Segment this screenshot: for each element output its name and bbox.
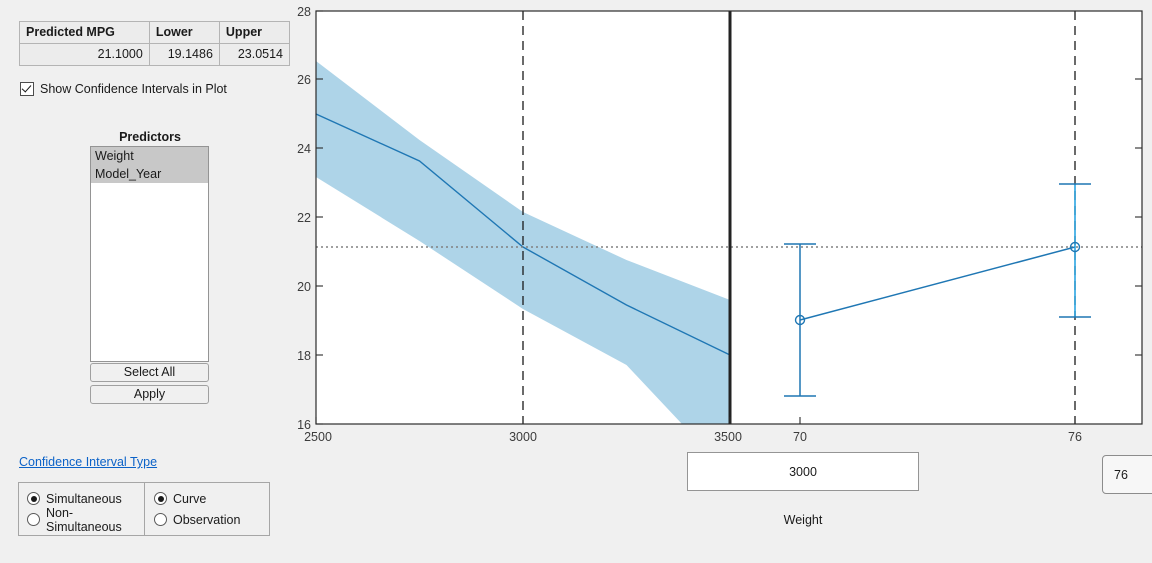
show-confidence-intervals-checkbox[interactable]: Show Confidence Intervals in Plot <box>20 82 227 96</box>
x-tick-label: 3000 <box>509 430 537 444</box>
predictor-plot-window: Predicted MPG Lower Upper 21.1000 19.148… <box>0 0 1152 563</box>
plot-area: 28 26 24 22 20 18 16 2500 3000 3500 70 7… <box>290 0 1152 563</box>
radio-icon[interactable] <box>154 513 167 526</box>
model-year-axis-label: Model_Year <box>1102 513 1152 527</box>
table-header-row: Predicted MPG Lower Upper <box>19 21 291 44</box>
predictors-title: Predictors <box>119 130 181 144</box>
cell-lower: 19.1486 <box>148 43 220 66</box>
header-upper: Upper <box>218 21 291 44</box>
list-item[interactable]: Weight <box>91 147 208 165</box>
apply-button[interactable]: Apply <box>90 385 209 404</box>
prediction-results-table: Predicted MPG Lower Upper 21.1000 19.148… <box>19 21 291 66</box>
y-tick-label: 28 <box>297 5 311 19</box>
radio-non-simultaneous-label: Non-Simultaneous <box>46 505 122 534</box>
y-tick-label: 24 <box>297 142 311 156</box>
show-confidence-intervals-label: Show Confidence Intervals in Plot <box>40 82 227 96</box>
radio-observation-label: Observation <box>173 512 241 527</box>
table-row: 21.1000 19.1486 23.0514 <box>19 43 291 66</box>
y-tick-label: 20 <box>297 280 311 294</box>
radio-non-simultaneous[interactable]: Non-Simultaneous <box>27 506 144 534</box>
y-tick-label: 22 <box>297 211 311 225</box>
y-tick-label: 18 <box>297 349 311 363</box>
select-all-button[interactable]: Select All <box>90 363 209 382</box>
weight-axis-label: Weight <box>783 513 823 527</box>
radio-observation[interactable]: Observation <box>154 509 269 530</box>
predictors-listbox[interactable]: Weight Model_Year <box>90 146 209 362</box>
confidence-interval-type-group: Simultaneous Non-Simultaneous Curve Obse… <box>18 482 270 536</box>
ci-simultaneity-column: Simultaneous Non-Simultaneous <box>19 483 144 535</box>
cell-predicted-mpg: 21.1000 <box>19 43 150 66</box>
header-lower: Lower <box>148 21 220 44</box>
list-item[interactable]: Model_Year <box>91 165 208 183</box>
cell-upper: 23.0514 <box>218 43 291 66</box>
x-tick-label: 76 <box>1068 430 1082 444</box>
confidence-interval-type-link[interactable]: Confidence Interval Type <box>19 455 157 469</box>
radio-icon[interactable] <box>27 492 40 505</box>
weight-input[interactable] <box>687 452 919 491</box>
radio-curve-label: Curve <box>173 491 207 506</box>
radio-icon[interactable] <box>154 492 167 505</box>
ci-target-column: Curve Observation <box>144 483 269 535</box>
prediction-plot[interactable]: 28 26 24 22 20 18 16 2500 3000 3500 70 7… <box>290 0 1152 450</box>
y-tick-label: 26 <box>297 73 311 87</box>
radio-curve[interactable]: Curve <box>154 488 269 509</box>
model-year-value: 76 <box>1114 467 1128 482</box>
x-tick-label: 3500 <box>714 430 742 444</box>
header-predicted-mpg: Predicted MPG <box>19 21 150 44</box>
x-tick-label: 2500 <box>304 430 332 444</box>
left-control-panel: Predicted MPG Lower Upper 21.1000 19.148… <box>0 0 291 563</box>
x-tick-label: 70 <box>793 430 807 444</box>
radio-simultaneous-label: Simultaneous <box>46 491 122 506</box>
checkbox-icon[interactable] <box>20 82 34 96</box>
radio-icon[interactable] <box>27 513 40 526</box>
model-year-dropdown[interactable]: 76 <box>1102 455 1152 494</box>
